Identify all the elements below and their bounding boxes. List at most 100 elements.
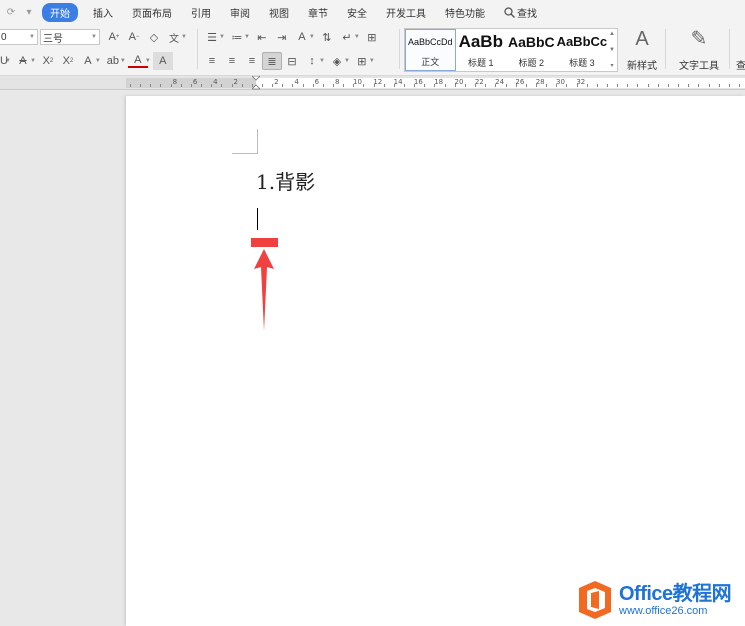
chevron-down-icon[interactable]: ▼: [369, 58, 375, 64]
ruler-minor-tick: [566, 84, 567, 87]
style-name: 标题 1: [468, 58, 494, 68]
ruler-minor-tick: [353, 84, 354, 87]
ruler-minor-tick: [637, 84, 638, 87]
table-icon[interactable]: ⊞: [362, 28, 382, 46]
sort-icon[interactable]: ⇅: [317, 28, 337, 46]
ribbon-row-paragraph-bottom: ≡ ≡ ≡ ≣ ⊟ ↕ ▼ ◈ ▼ ⊞ ▼: [202, 50, 377, 72]
superscript-icon[interactable]: X2: [38, 52, 58, 70]
chevron-down-icon[interactable]: ▼: [319, 58, 325, 64]
style-normal[interactable]: AaBbCcDd 正文: [405, 29, 456, 71]
distribute-icon[interactable]: ⊟: [282, 52, 302, 70]
ruler-label: 28: [535, 78, 545, 86]
ruler-minor-tick: [739, 84, 740, 87]
style-heading-2[interactable]: AaBbC 标题 2: [506, 29, 557, 71]
chevron-down-icon: ▼: [91, 34, 97, 40]
shrink-font-icon[interactable]: A −: [124, 28, 144, 46]
document-area: 1.背影: [0, 91, 745, 626]
font-name-value: 0: [1, 31, 7, 43]
ruler-minor-tick: [414, 84, 415, 87]
ruler-minor-tick: [719, 84, 720, 87]
new-style-label: 新样式: [627, 61, 657, 72]
ruler-minor-tick: [221, 84, 222, 87]
ruler-minor-tick: [495, 84, 496, 87]
clear-format-icon[interactable]: ◇: [144, 28, 164, 46]
font-size-combo[interactable]: 三号 ▼: [40, 29, 100, 45]
ribbon-row-font-bottom: U ▼ A ▼ X2 X2 A ▼ ab ▼ A ▼ A: [0, 50, 173, 72]
increase-indent-icon[interactable]: ⇥: [272, 28, 292, 46]
ruler-minor-tick: [160, 84, 161, 87]
tab-chapter[interactable]: 章节: [299, 3, 337, 22]
ruler-minor-tick: [333, 84, 334, 87]
tab-view[interactable]: 视图: [260, 3, 298, 22]
chevron-down-icon: ▼: [29, 34, 35, 40]
character-shading-icon[interactable]: A: [152, 52, 173, 70]
subscript-icon[interactable]: X2: [58, 52, 78, 70]
find-replace-button[interactable]: 查: [736, 28, 745, 72]
tab-security[interactable]: 安全: [338, 3, 376, 22]
ruler-minor-tick: [587, 84, 588, 87]
new-style-button[interactable]: A 新样式: [624, 28, 660, 72]
tab-special-features[interactable]: 特色功能: [436, 3, 494, 22]
text-cursor: [257, 208, 258, 230]
wrench-icon: ✎: [690, 28, 708, 50]
quick-access-dropdown-icon[interactable]: ▾: [22, 5, 36, 19]
tab-references[interactable]: 引用: [182, 3, 220, 22]
chevron-down-icon[interactable]: ▼: [344, 58, 350, 64]
justify-icon[interactable]: ≣: [262, 52, 282, 70]
chevron-down-icon[interactable]: ▼: [30, 58, 36, 64]
ribbon-toolbar: 0 ▼ 三号 ▼ A + A − ◇ 文 ▼ U ▼ A ▼ X2 X2 A ▼ ab ▼ A ▼ …: [0, 24, 745, 76]
tab-developer-tools[interactable]: 开发工具: [377, 3, 435, 22]
chevron-down-icon[interactable]: ▼: [95, 58, 101, 64]
ruler-label: 18: [434, 78, 444, 86]
chevron-down-icon[interactable]: ▼: [609, 47, 615, 53]
ruler-minor-tick: [577, 84, 578, 87]
align-left-icon[interactable]: ≡: [202, 52, 222, 70]
chevron-down-icon[interactable]: ▼: [181, 34, 187, 40]
chevron-down-icon[interactable]: ▼: [145, 58, 151, 64]
align-center-icon[interactable]: ≡: [222, 52, 242, 70]
style-gallery-scroll[interactable]: ▲ ▼ ▾: [607, 29, 617, 71]
chevron-down-icon[interactable]: ▼: [354, 34, 360, 40]
redo-icon[interactable]: ⟳: [4, 5, 18, 19]
ruler-minor-tick: [688, 84, 689, 87]
ruler-minor-tick: [150, 84, 151, 87]
margin-corner-mark: [232, 153, 258, 154]
tab-review[interactable]: 审阅: [221, 3, 259, 22]
chevron-down-icon[interactable]: ▼: [244, 34, 250, 40]
chevron-down-icon[interactable]: ▼: [309, 34, 315, 40]
decrease-indent-icon[interactable]: ⇤: [252, 28, 272, 46]
ruler-label: 8: [334, 78, 340, 86]
ruler-minor-tick: [343, 84, 344, 87]
ruler-minor-tick: [678, 84, 679, 87]
watermark: Office教程网 www.office26.com: [577, 574, 745, 626]
grow-font-icon[interactable]: A +: [104, 28, 124, 46]
document-heading[interactable]: 1.背影: [256, 166, 315, 195]
align-right-icon[interactable]: ≡: [242, 52, 262, 70]
chevron-down-icon[interactable]: ▼: [5, 58, 11, 64]
chevron-down-icon[interactable]: ▼: [219, 34, 225, 40]
chevron-down-icon[interactable]: ▼: [120, 58, 126, 64]
text-tools-button[interactable]: ✎ 文字工具: [676, 28, 722, 72]
expand-icon[interactable]: ▾: [611, 62, 614, 69]
horizontal-ruler[interactable]: 8 6 4 2 2 4 6 8 10 12 14 16 18 20 22 24 26 28 30 32: [0, 76, 745, 90]
ruler-minor-tick: [292, 84, 293, 87]
chevron-up-icon[interactable]: ▲: [609, 31, 615, 37]
tab-insert[interactable]: 插入: [84, 3, 122, 22]
font-name-combo[interactable]: 0 ▼: [0, 29, 38, 45]
ruler-minor-tick: [374, 84, 375, 87]
search-button[interactable]: 查找: [495, 3, 546, 22]
ruler-minor-tick: [191, 84, 192, 87]
ruler-minor-tick: [506, 84, 507, 87]
ruler-minor-tick: [729, 84, 730, 87]
ruler-minor-tick: [140, 84, 141, 87]
ruler-label: 6: [192, 78, 198, 86]
document-page[interactable]: 1.背影: [126, 96, 745, 626]
ruler-minor-tick: [607, 84, 608, 87]
ribbon-row-font-top: 0 ▼ 三号 ▼ A + A − ◇ 文 ▼: [0, 26, 189, 48]
tab-page-layout[interactable]: 页面布局: [123, 3, 181, 22]
tab-home[interactable]: 开始: [42, 2, 78, 22]
ruler-minor-tick: [211, 84, 212, 87]
style-heading-3[interactable]: AaBbCc 标题 3: [557, 29, 608, 71]
indent-marker-icon[interactable]: [252, 76, 260, 90]
style-heading-1[interactable]: AaBb 标题 1: [456, 29, 507, 71]
